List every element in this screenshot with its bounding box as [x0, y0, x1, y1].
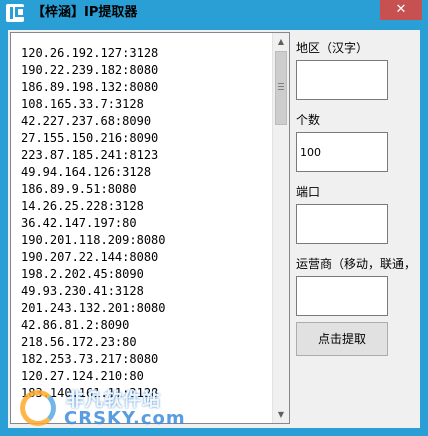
vertical-scrollbar[interactable]: ▲ ▼ [272, 33, 289, 423]
ip-line: 36.42.147.197:80 [21, 216, 137, 230]
ip-line: 14.26.25.228:3128 [21, 199, 144, 213]
ip-line: 201.243.132.201:8080 [21, 301, 166, 315]
count-input[interactable] [296, 132, 388, 172]
count-label: 个数 [296, 113, 321, 127]
isp-label: 运营商（移动，联通， [296, 257, 417, 271]
ip-line: 42.86.81.2:8090 [21, 318, 130, 332]
port-label: 端口 [296, 185, 321, 199]
ip-line: 120.26.192.127:3128 [21, 46, 159, 60]
ip-line: 186.89.198.132:8080 [21, 80, 159, 94]
ip-lines: 120.26.192.127:3128 190.22.239.182:8080 18… [21, 45, 166, 402]
close-button[interactable]: ✕ [380, 0, 422, 20]
ip-line: 108.165.33.7:3128 [21, 97, 144, 111]
ip-line: 223.87.185.241:8123 [21, 148, 159, 162]
region-input[interactable] [296, 60, 388, 100]
ip-line: 27.155.150.216:8090 [21, 131, 159, 145]
app-logo-icon [6, 4, 25, 22]
port-input[interactable] [296, 204, 388, 244]
ip-line: 182.253.73.217:8080 [21, 352, 159, 366]
ip-line: 190.201.118.209:8080 [21, 233, 166, 247]
ip-line: 183.140.161.11:3128 [21, 386, 159, 400]
isp-input[interactable] [296, 276, 388, 316]
extract-button[interactable]: 点击提取 [296, 322, 388, 356]
ip-line: 190.207.22.144:8080 [21, 250, 159, 264]
region-label: 地区（汉字） [296, 41, 369, 55]
scroll-down-icon[interactable]: ▼ [273, 406, 289, 423]
scroll-thumb[interactable] [275, 51, 287, 125]
ip-line: 42.227.237.68:8090 [21, 114, 152, 128]
ip-line: 218.56.172.23:80 [21, 335, 137, 349]
title-bar[interactable]: 【梓涵】IP提取器 ✕ [0, 0, 428, 26]
ip-line: 120.27.124.210:80 [21, 369, 144, 383]
ip-line: 49.93.230.41:3128 [21, 284, 144, 298]
ip-line: 186.89.9.51:8080 [21, 182, 137, 196]
ip-output-list[interactable]: 120.26.192.127:3128 190.22.239.182:8080 18… [10, 32, 290, 424]
scroll-up-icon[interactable]: ▲ [273, 33, 289, 50]
window-title: 【梓涵】IP提取器 [32, 5, 138, 20]
client-area: 120.26.192.127:3128 190.22.239.182:8080 18… [8, 30, 420, 428]
ip-line: 49.94.164.126:3128 [21, 165, 152, 179]
ip-line: 190.22.239.182:8080 [21, 63, 159, 77]
ip-line: 198.2.202.45:8090 [21, 267, 144, 281]
